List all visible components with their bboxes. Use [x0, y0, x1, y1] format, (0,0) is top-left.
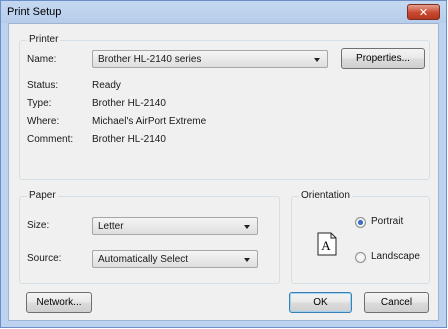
type-value: Brother HL-2140: [92, 98, 166, 109]
printer-name-select[interactable]: Brother HL-2140 series: [92, 50, 328, 68]
paper-size-select[interactable]: Letter: [92, 217, 258, 235]
printer-group-title: Printer: [27, 34, 61, 45]
status-value: Ready: [92, 80, 121, 91]
window-title: Print Setup: [7, 6, 62, 18]
comment-label: Comment:: [27, 134, 74, 145]
orientation-group: Orientation A Portrait Landscape: [291, 190, 430, 284]
portrait-radio[interactable]: [355, 217, 366, 228]
type-label: Type:: [27, 98, 52, 109]
printer-name-value: Brother HL-2140 series: [98, 54, 202, 65]
chevron-down-icon: [244, 225, 250, 229]
where-label: Where:: [27, 116, 60, 127]
dialog-body: Printer Name: Brother HL-2140 series Pro…: [8, 23, 439, 321]
comment-value: Brother HL-2140: [92, 134, 166, 145]
chevron-down-icon: [244, 258, 250, 262]
paper-group: Paper Size: Letter Source: Automatically…: [19, 190, 280, 284]
size-label: Size:: [27, 220, 50, 231]
status-label: Status:: [27, 80, 59, 91]
landscape-radio[interactable]: [355, 252, 366, 263]
name-label: Name:: [27, 54, 57, 65]
properties-button[interactable]: Properties...: [341, 48, 425, 69]
printer-group: Printer Name: Brother HL-2140 series Pro…: [19, 34, 430, 180]
where-value: Michael's AirPort Extreme: [92, 116, 207, 127]
paper-group-title: Paper: [27, 190, 58, 201]
portrait-label[interactable]: Portrait: [371, 216, 403, 227]
paper-size-value: Letter: [98, 221, 124, 232]
network-button[interactable]: Network...: [26, 292, 92, 313]
chevron-down-icon: [314, 58, 320, 62]
source-label: Source:: [27, 253, 62, 264]
cancel-button[interactable]: Cancel: [364, 292, 429, 313]
paper-source-value: Automatically Select: [98, 254, 189, 265]
page-orientation-icon: A: [317, 232, 337, 256]
landscape-label[interactable]: Landscape: [371, 251, 420, 262]
ok-button[interactable]: OK: [289, 292, 352, 313]
close-icon: ✕: [418, 5, 429, 19]
paper-source-select[interactable]: Automatically Select: [92, 250, 258, 268]
close-button[interactable]: ✕: [407, 4, 440, 20]
title-bar[interactable]: Print Setup ✕: [1, 1, 446, 23]
page-icon-letter: A: [321, 238, 331, 253]
orientation-group-title: Orientation: [299, 190, 352, 201]
print-setup-window: Print Setup ✕ Printer Name: Brother HL-2…: [0, 0, 447, 328]
